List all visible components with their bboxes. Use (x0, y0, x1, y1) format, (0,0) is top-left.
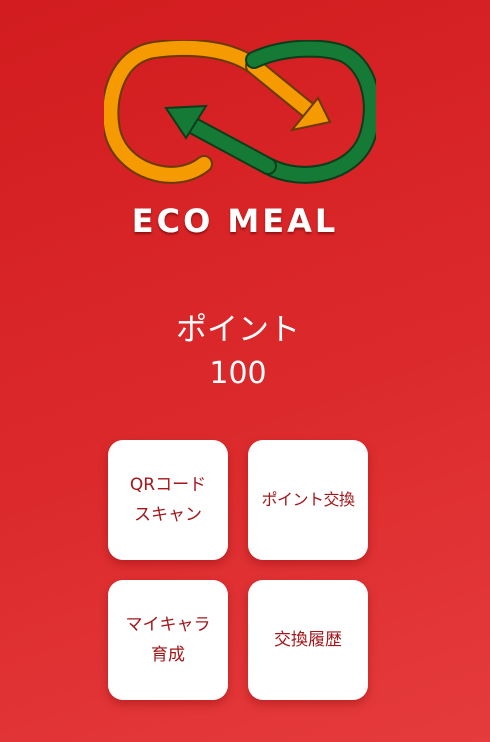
exchange-history-button[interactable]: 交換履歴 (248, 580, 368, 700)
my-character-label: マイキャラ 育成 (125, 615, 211, 665)
qr-scan-label: QRコード スキャン (129, 475, 207, 525)
my-character-button[interactable]: マイキャラ 育成 (108, 580, 228, 700)
qr-scan-button[interactable]: QRコード スキャン (108, 440, 228, 560)
eco-meal-logo: ECO MEAL (104, 40, 376, 250)
brand-name: ECO MEAL (131, 202, 339, 240)
points-value: 100 (209, 356, 267, 391)
point-exchange-button[interactable]: ポイント交換 (248, 440, 368, 560)
points-label: ポイント (176, 312, 300, 348)
exchange-history-label: 交換履歴 (274, 630, 342, 650)
recycle-infinity-arrows-icon (104, 40, 376, 184)
point-exchange-label: ポイント交換 (261, 490, 355, 509)
